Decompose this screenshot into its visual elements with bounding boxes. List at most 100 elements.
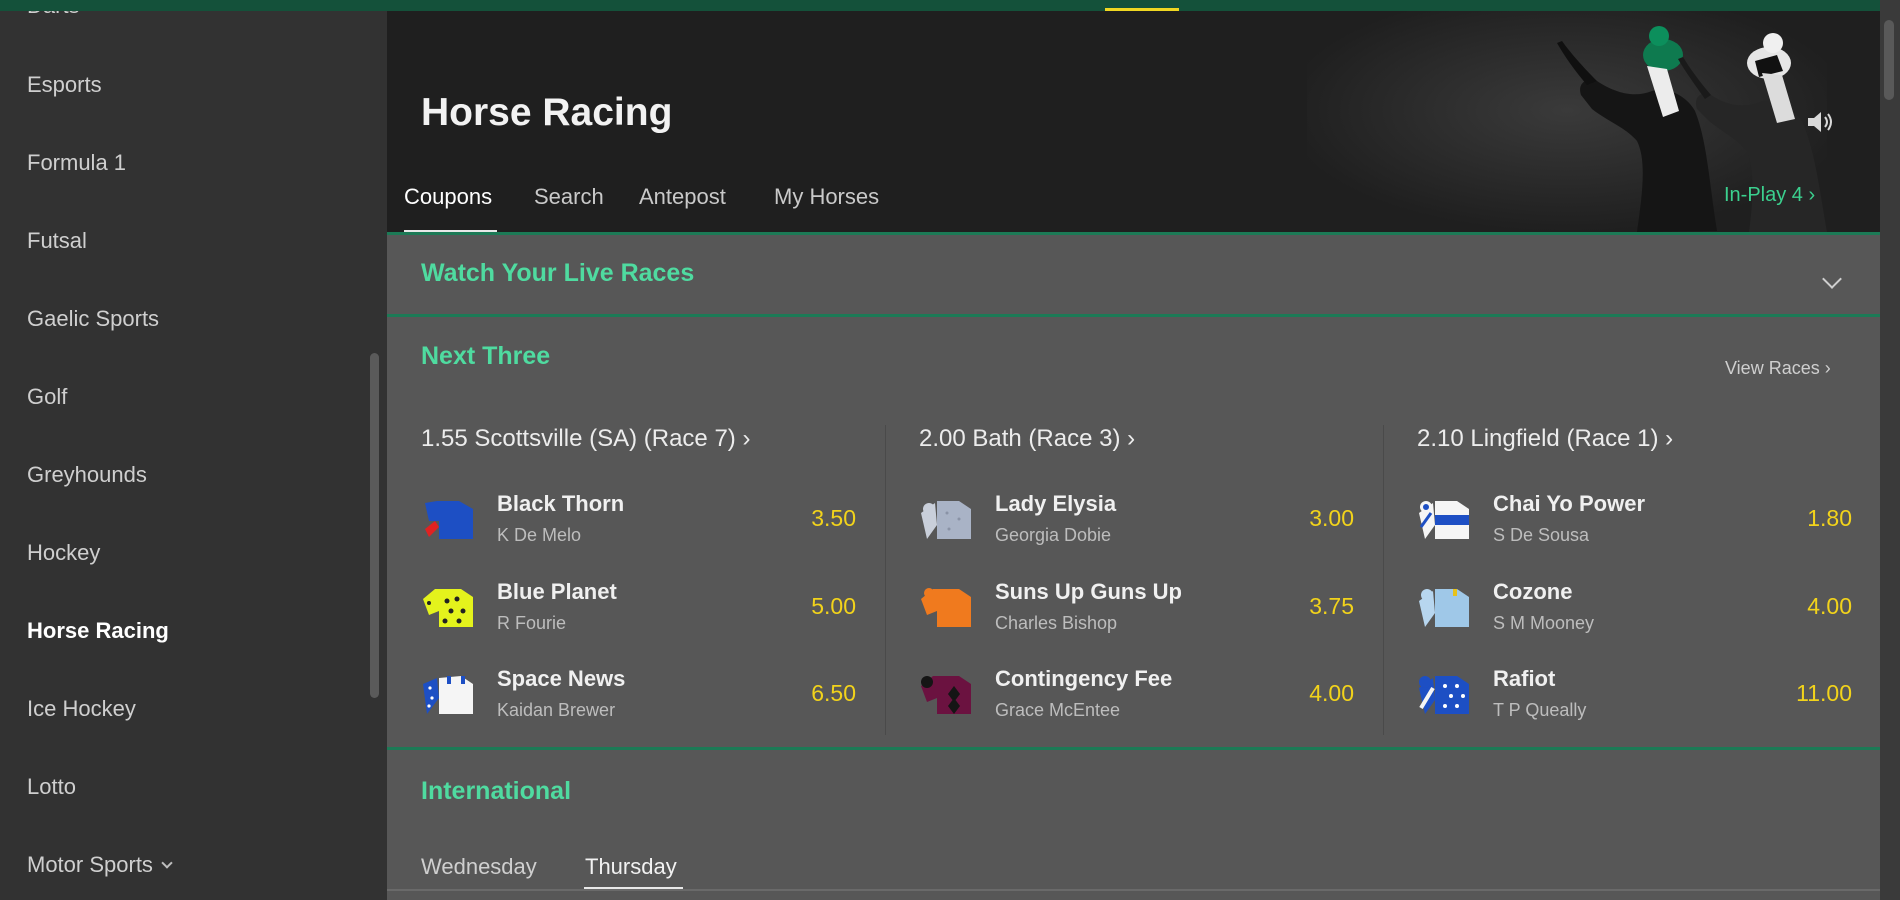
runner-name: Space News <box>497 666 626 691</box>
race-title: 2.10 Lingfield (Race 1) <box>1417 425 1659 452</box>
race-card: 2.00 Bath (Race 3) › Lady Elysia Georgia… <box>919 411 1379 731</box>
sidebar-item-label: Motor Sports <box>27 852 153 877</box>
jockey-name: Charles Bishop <box>995 613 1118 633</box>
chevron-right-icon: › <box>1127 425 1136 452</box>
runner-name: Contingency Fee <box>995 666 1173 691</box>
page-scrollbar[interactable] <box>1880 0 1900 900</box>
in-play-label: In-Play 4 <box>1724 184 1803 206</box>
odds-button[interactable]: 11.00 <box>1796 680 1852 707</box>
sidebar-item-ice-hockey[interactable]: Ice Hockey <box>27 696 136 722</box>
chevron-right-icon: › <box>1665 425 1674 452</box>
jockey-name: Kaidan Brewer <box>497 700 616 720</box>
in-play-link[interactable]: In-Play 4 › <box>1724 184 1815 207</box>
runner-row: Space News Kaidan Brewer 6.50 <box>421 666 856 736</box>
section-divider <box>387 747 1880 750</box>
sidebar-item-gaelic-sports[interactable]: Gaelic Sports <box>27 306 159 332</box>
runner-row: Black Thorn K De Melo 3.50 <box>421 491 856 561</box>
jockey-silks-icon <box>921 501 971 539</box>
odds-button[interactable]: 4.00 <box>1807 593 1852 620</box>
sidebar-item-hockey[interactable]: Hockey <box>27 540 100 566</box>
top-bar <box>0 0 1900 11</box>
runner-name: Chai Yo Power <box>1493 491 1646 516</box>
runner-name: Rafiot <box>1493 666 1556 691</box>
view-races-label: View Races <box>1725 358 1820 378</box>
race-card: 1.55 Scottsville (SA) (Race 7) › Black T… <box>421 411 881 731</box>
jockey-silks-icon <box>921 588 971 627</box>
odds-button[interactable]: 6.50 <box>811 680 856 707</box>
section-divider <box>387 889 1880 891</box>
odds-button[interactable]: 4.00 <box>1309 680 1354 707</box>
odds-button[interactable]: 5.00 <box>811 593 856 620</box>
race-title: 1.55 Scottsville (SA) (Race 7) <box>421 425 736 452</box>
sidebar-item-motor-sports[interactable]: Motor Sports <box>27 852 173 878</box>
race-title: 2.00 Bath (Race 3) <box>919 425 1121 452</box>
odds-button[interactable]: 3.00 <box>1309 505 1354 532</box>
race-card: 2.10 Lingfield (Race 1) › Chai Yo Power … <box>1417 411 1877 731</box>
chevron-down-icon <box>161 857 173 869</box>
tab-my-horses[interactable]: My Horses <box>774 184 879 210</box>
runner-name: Lady Elysia <box>995 491 1117 516</box>
sidebar-scrollbar[interactable] <box>370 353 379 698</box>
column-divider <box>1383 425 1384 735</box>
page-header: Horse Racing Coupons Search Antepost My … <box>387 11 1880 232</box>
runner-row: Suns Up Guns Up Charles Bishop 3.75 <box>919 579 1354 649</box>
runner-row: Lady Elysia Georgia Dobie 3.00 <box>919 491 1354 561</box>
tab-wednesday[interactable]: Wednesday <box>421 854 537 880</box>
jockey-name: R Fourie <box>497 613 567 633</box>
next-three-title: Next Three <box>421 342 551 370</box>
odds-button[interactable]: 3.75 <box>1309 593 1354 620</box>
live-races-title[interactable]: Watch Your Live Races <box>421 259 694 288</box>
chevron-down-icon[interactable] <box>1822 269 1842 289</box>
runner-name: Cozone <box>1493 579 1573 604</box>
column-divider <box>885 425 886 735</box>
page-title: Horse Racing <box>421 91 673 134</box>
runner-row: Cozone S M Mooney 4.00 <box>1417 579 1852 649</box>
runner-row: Rafiot T P Queally 11.00 <box>1417 666 1852 736</box>
tab-antepost[interactable]: Antepost <box>639 184 726 210</box>
runner-row: Chai Yo Power S De Sousa 1.80 <box>1417 491 1852 561</box>
runner-row: Blue Planet R Fourie 5.00 <box>421 579 856 649</box>
race-title-link[interactable]: 1.55 Scottsville (SA) (Race 7) › <box>421 425 750 453</box>
race-title-link[interactable]: 2.10 Lingfield (Race 1) › <box>1417 425 1673 453</box>
jockey-name: Georgia Dobie <box>995 525 1112 545</box>
jockey-name: T P Queally <box>1493 700 1587 720</box>
jockey-name: K De Melo <box>497 525 582 545</box>
sidebar-item-futsal[interactable]: Futsal <box>27 228 87 254</box>
runner-name: Suns Up Guns Up <box>995 579 1182 604</box>
runner-name: Blue Planet <box>497 579 617 604</box>
jockey-silks-icon <box>1419 676 1469 714</box>
page-scrollbar-thumb[interactable] <box>1884 20 1894 100</box>
sidebar-item-horse-racing[interactable]: Horse Racing <box>27 618 169 644</box>
main-content: Horse Racing Coupons Search Antepost My … <box>387 11 1880 900</box>
international-title: International <box>421 777 572 805</box>
sidebar-item-esports[interactable]: Esports <box>27 72 102 98</box>
jockey-silks-icon <box>423 589 473 627</box>
jockey-name: Grace McEntee <box>995 700 1121 720</box>
view-races-link[interactable]: View Races › <box>1725 358 1831 379</box>
jockey-silks-icon <box>423 676 473 714</box>
jockey-name: S M Mooney <box>1493 613 1595 633</box>
section-divider <box>387 232 1880 235</box>
chevron-right-icon: › <box>1808 184 1816 206</box>
tab-thursday[interactable]: Thursday <box>585 854 677 880</box>
section-divider <box>387 314 1880 317</box>
sidebar-item-golf[interactable]: Golf <box>27 384 67 410</box>
tab-search[interactable]: Search <box>534 184 604 210</box>
sidebar-item-greyhounds[interactable]: Greyhounds <box>27 462 147 488</box>
sports-sidebar: Darts Esports Formula 1 Futsal Gaelic Sp… <box>0 11 387 900</box>
odds-button[interactable]: 1.80 <box>1807 505 1852 532</box>
sidebar-item-formula-1[interactable]: Formula 1 <box>27 150 126 176</box>
sidebar-item-darts[interactable]: Darts <box>27 11 80 19</box>
jockey-silks-icon <box>921 676 971 714</box>
jockey-name: S De Sousa <box>1493 525 1590 545</box>
chevron-right-icon: › <box>742 425 751 452</box>
jockey-silks-icon <box>1419 501 1469 539</box>
race-title-link[interactable]: 2.00 Bath (Race 3) › <box>919 425 1135 453</box>
odds-button[interactable]: 3.50 <box>811 505 856 532</box>
sidebar-item-lotto[interactable]: Lotto <box>27 774 76 800</box>
runner-name: Black Thorn <box>497 491 625 516</box>
jockey-silks-icon <box>1419 589 1469 627</box>
jockey-silks-icon <box>425 501 473 539</box>
tab-coupons[interactable]: Coupons <box>404 184 492 210</box>
speaker-icon[interactable] <box>1804 108 1836 136</box>
